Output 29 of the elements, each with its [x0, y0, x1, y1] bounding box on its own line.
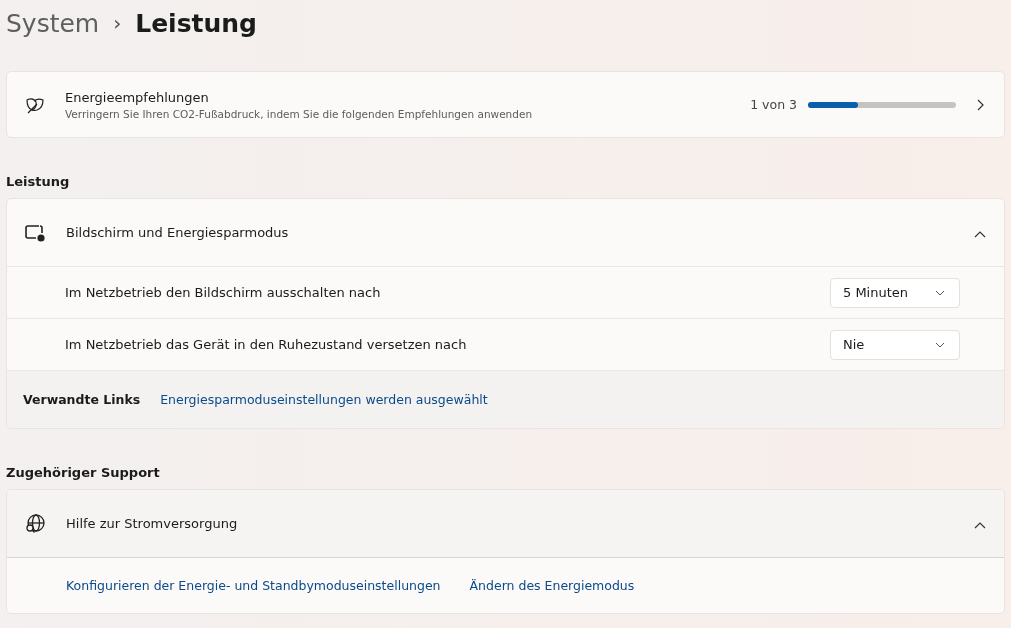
chevron-up-icon[interactable] — [974, 521, 986, 529]
dropdown[interactable]: 5 Minuten — [830, 277, 960, 308]
expander-title: Hilfe zur Stromversorgung — [66, 516, 239, 531]
setting-label: Im Netzbetrieb den Bildschirm ausschalten nach — [65, 285, 382, 300]
support-link[interactable]: Ändern des Energiemodus — [469, 578, 635, 593]
recommendations-subtitle: Verringern Sie Ihren CO2-Fußabdruck, indem Sie die folgenden Empfehlungen anwenden — [65, 107, 534, 120]
chevron-up-icon[interactable] — [974, 230, 986, 238]
breadcrumb-parent[interactable]: System — [6, 8, 100, 38]
chevron-down-icon — [935, 341, 945, 348]
expander-header[interactable]: Hilfe zur Stromversorgung — [7, 490, 1004, 557]
expander-title: Bildschirm und Energiesparmodus — [66, 225, 290, 240]
section-heading: Leistung — [6, 173, 71, 191]
support-link[interactable]: Konfigurieren der Energie- und Standbymoduseinstellungen — [66, 578, 441, 593]
chevron-right-icon[interactable] — [976, 98, 984, 111]
setting-label: Im Netzbetrieb das Gerät in den Ruhezustand versetzen nach — [65, 337, 468, 352]
related-links-label: Verwandte Links — [23, 392, 141, 407]
globe-search-icon — [24, 512, 46, 535]
leaf-icon — [25, 95, 45, 114]
progress-text: 1 von 3 — [750, 97, 797, 112]
expander-header[interactable]: Bildschirm und Energiesparmodus — [7, 199, 1004, 266]
related-link[interactable]: Energiesparmoduseinstellungen werden ausgewählt — [160, 392, 488, 407]
dropdown[interactable]: Nie — [830, 329, 960, 360]
page-title: Leistung — [135, 8, 257, 38]
section-heading: Zugehöriger Support — [6, 464, 161, 482]
breadcrumb-separator: › — [113, 11, 122, 35]
recommendations-title: Energieempfehlungen — [65, 89, 210, 105]
chevron-down-icon — [935, 289, 945, 296]
recommendations-card[interactable]: Energieempfehlungen Verringern Sie Ihren CO2-Fußabdruck, indem Sie die folgenden Empfehlungen anwenden 1 von 3 — [6, 71, 1005, 138]
monitor-moon-icon — [24, 223, 46, 242]
